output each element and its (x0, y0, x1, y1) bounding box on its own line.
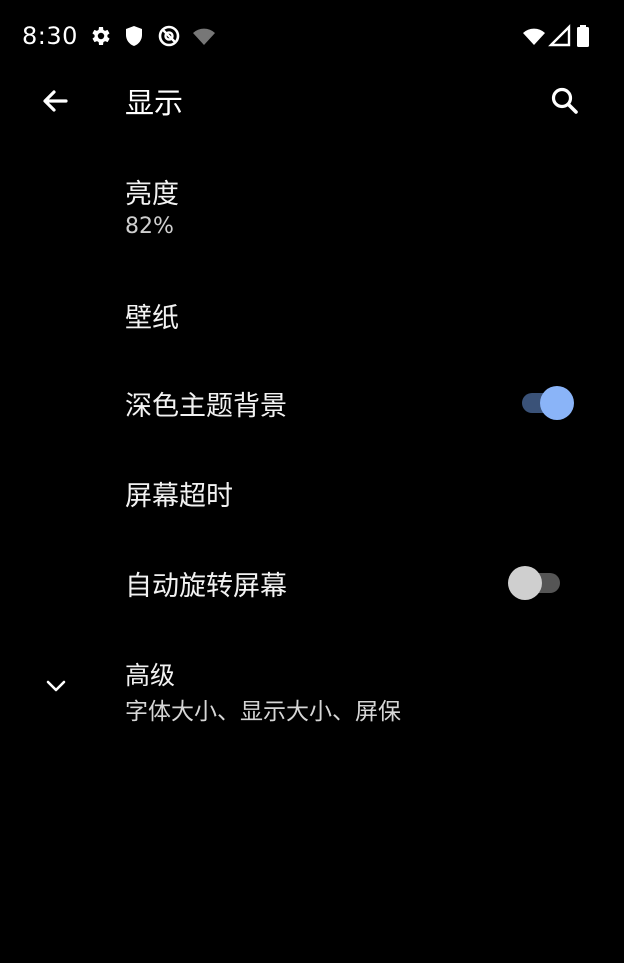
signal-icon (548, 24, 572, 48)
wallpaper-item[interactable]: 壁纸 (0, 288, 624, 348)
wifi-icon (192, 24, 216, 48)
battery-icon (574, 24, 592, 48)
toggle-thumb (508, 566, 542, 600)
dark-theme-item[interactable]: 深色主题背景 (0, 374, 624, 434)
brightness-value: 82% (125, 214, 174, 239)
advanced-label: 高级 (125, 661, 176, 690)
app-bar: 显示 (0, 72, 624, 128)
wifi-icon (522, 24, 546, 48)
shield-icon (122, 24, 146, 48)
dark-theme-label: 深色主题背景 (125, 391, 287, 422)
advanced-item[interactable]: 高级 字体大小、显示大小、屏保 (0, 650, 624, 726)
chevron-down-icon (40, 670, 72, 702)
dark-theme-toggle[interactable] (518, 383, 574, 423)
page-title: 显示 (125, 86, 184, 120)
screen-timeout-item[interactable]: 屏幕超时 (0, 464, 624, 524)
gear-icon (88, 24, 112, 48)
brightness-item[interactable]: 亮度 82% (0, 168, 624, 256)
search-icon[interactable] (548, 84, 582, 118)
auto-rotate-label: 自动旋转屏幕 (125, 571, 287, 602)
auto-rotate-item[interactable]: 自动旋转屏幕 (0, 552, 624, 612)
at-icon (157, 24, 181, 48)
screen-timeout-label: 屏幕超时 (125, 481, 233, 512)
status-time: 8:30 (22, 22, 78, 50)
wallpaper-label: 壁纸 (125, 303, 179, 334)
advanced-summary: 字体大小、显示大小、屏保 (125, 699, 401, 725)
back-arrow-icon[interactable] (38, 84, 72, 118)
auto-rotate-toggle[interactable] (508, 563, 564, 603)
brightness-label: 亮度 (125, 179, 179, 210)
status-bar: 8:30 (0, 0, 624, 72)
toggle-thumb (540, 386, 574, 420)
